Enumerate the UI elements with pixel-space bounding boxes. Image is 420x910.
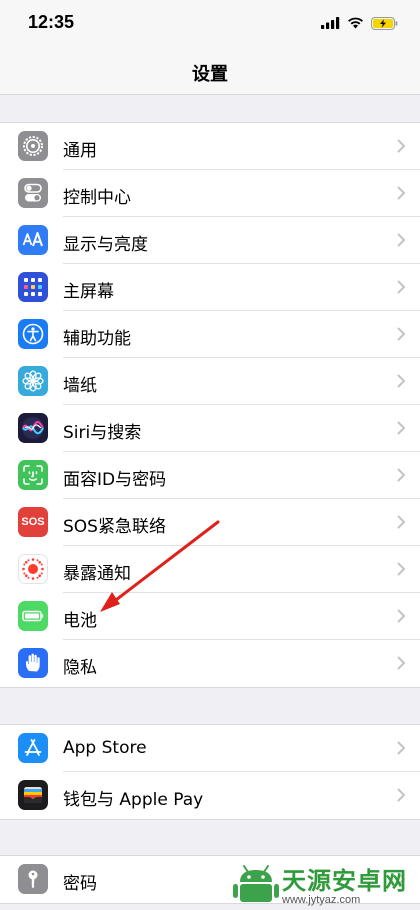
settings-row-label: 面容ID与密码 <box>63 470 167 490</box>
settings-row-label: 通用 <box>63 141 97 161</box>
chevron-right-icon <box>397 741 405 755</box>
sos-icon-text: SOS <box>21 516 45 528</box>
toggles-icon <box>18 178 48 208</box>
settings-row-general[interactable]: 通用 <box>0 123 420 170</box>
settings-group-main: 通用 控制中心 显示与亮度 主屏幕 辅助功能 墙纸 Siri与搜索 面容ID与密… <box>0 122 420 688</box>
settings-row-face-id[interactable]: 面容ID与密码 <box>0 452 420 499</box>
settings-row-label: Siri与搜索 <box>63 423 142 443</box>
sos-icon: SOS <box>18 507 48 537</box>
text-size-icon <box>18 225 48 255</box>
settings-row-home-screen[interactable]: 主屏幕 <box>0 264 420 311</box>
wifi-icon <box>348 17 363 29</box>
chevron-right-icon <box>397 139 405 153</box>
chevron-right-icon <box>397 656 405 670</box>
chevron-right-icon <box>397 421 405 435</box>
settings-row-emergency-sos[interactable]: SOS SOS紧急联络 <box>0 499 420 546</box>
settings-row-privacy[interactable]: 隐私 <box>0 640 420 687</box>
chevron-right-icon <box>397 788 405 802</box>
chevron-right-icon <box>397 515 405 529</box>
cellular-signal-icon <box>321 17 340 29</box>
chevron-right-icon <box>397 186 405 200</box>
settings-row-control-center[interactable]: 控制中心 <box>0 170 420 217</box>
settings-row-label: App Store <box>63 738 147 758</box>
siri-icon <box>18 413 48 443</box>
chevron-right-icon <box>397 562 405 576</box>
status-bar: 12:35 <box>0 0 420 46</box>
wallpaper-flower-icon <box>18 366 48 396</box>
settings-row-app-store[interactable]: App Store <box>0 725 420 772</box>
key-icon <box>18 864 48 894</box>
settings-row-exposure-notifications[interactable]: 暴露通知 <box>0 546 420 593</box>
settings-row-battery[interactable]: 电池 <box>0 593 420 640</box>
chevron-right-icon <box>397 233 405 247</box>
status-time: 12:35 <box>28 12 75 32</box>
chevron-right-icon <box>397 609 405 623</box>
settings-row-label: 隐私 <box>63 658 97 678</box>
settings-row-accessibility[interactable]: 辅助功能 <box>0 311 420 358</box>
settings-row-label: 主屏幕 <box>63 282 114 302</box>
hand-icon <box>18 648 48 678</box>
status-icons <box>321 15 398 31</box>
settings-row-label: 暴露通知 <box>63 564 131 584</box>
accessibility-icon <box>18 319 48 349</box>
settings-row-label: 电池 <box>63 611 97 631</box>
exposure-notification-icon <box>18 554 48 584</box>
settings-row-label: SOS紧急联络 <box>63 517 166 537</box>
chevron-right-icon <box>397 280 405 294</box>
settings-row-siri-search[interactable]: Siri与搜索 <box>0 405 420 452</box>
settings-row-wallpaper[interactable]: 墙纸 <box>0 358 420 405</box>
settings-row-label: 控制中心 <box>63 188 131 208</box>
settings-group-store: App Store 钱包与 Apple Pay <box>0 724 420 820</box>
android-logo-icon <box>233 865 279 902</box>
settings-row-wallet-apple-pay[interactable]: 钱包与 Apple Pay <box>0 772 420 819</box>
gear-icon <box>18 131 48 161</box>
watermark: 天源安卓网 www.jytyaz.com <box>224 856 420 910</box>
settings-row-label: 墙纸 <box>63 376 97 396</box>
chevron-right-icon <box>397 374 405 388</box>
face-id-icon <box>18 460 48 490</box>
chevron-right-icon <box>397 327 405 341</box>
navigation-bar: 设置 <box>0 46 420 95</box>
settings-row-label: 显示与亮度 <box>63 235 148 255</box>
chevron-right-icon <box>397 468 405 482</box>
settings-row-label: 钱包与 Apple Pay <box>63 790 204 810</box>
watermark-text: 天源安卓网 www.jytyaz.com <box>282 861 407 906</box>
page-title: 设置 <box>192 64 228 85</box>
settings-row-display-brightness[interactable]: 显示与亮度 <box>0 217 420 264</box>
battery-charging-icon <box>371 16 398 30</box>
wallet-icon <box>18 780 48 810</box>
watermark-name: 天源安卓网 <box>282 866 407 895</box>
settings-row-label: 密码 <box>63 874 97 894</box>
battery-icon <box>18 601 48 631</box>
app-store-icon <box>18 733 48 763</box>
home-grid-icon <box>18 272 48 302</box>
settings-row-label: 辅助功能 <box>63 329 131 349</box>
